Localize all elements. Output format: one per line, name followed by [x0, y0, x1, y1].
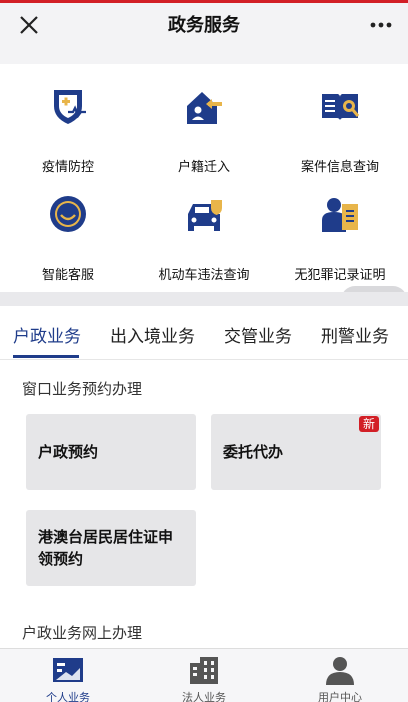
tab-traffic[interactable]: 交管业务 [224, 322, 292, 347]
more-options-icon[interactable] [368, 15, 394, 35]
page-title: 政务服务 [168, 15, 240, 36]
smile-gear-icon [50, 196, 86, 232]
tab-entry-exit[interactable]: 出入境业务 [110, 322, 195, 347]
book-search-icon [322, 94, 360, 120]
house-arrow-icon [187, 92, 222, 124]
header-bar: 政务服务 [0, 3, 408, 48]
section-divider [0, 292, 408, 306]
service-label: 户籍迁入 [177, 160, 230, 175]
service-label: 智能客服 [41, 268, 94, 283]
service-label: 案件信息查询 [300, 160, 379, 175]
new-badge: 新 [358, 416, 379, 432]
card-household-appointment[interactable]: 户政预约 [26, 414, 196, 490]
section-title-window: 窗口业务预约办理 [22, 380, 143, 398]
shield-plus-icon [54, 90, 86, 124]
close-icon[interactable] [18, 14, 40, 36]
nav-label: 用户中心 [318, 691, 362, 702]
service-no-criminal-record[interactable]: 无犯罪记录证明 [272, 194, 408, 294]
service-household-transfer[interactable]: 户籍迁入 [136, 86, 272, 186]
nav-personal[interactable]: 个人业务 [0, 649, 136, 702]
service-epidemic-control[interactable]: 疫情防控 [0, 86, 136, 186]
active-tab-indicator [13, 355, 79, 358]
tab-content: 窗口业务预约办理 户政预约 委托代办 新 港澳台居民居住证申领预约 户政业务网上… [0, 360, 408, 648]
person-certificate-icon [322, 198, 358, 232]
card-label: 委托代办 [223, 443, 284, 461]
tab-criminal[interactable]: 刑警业务 [321, 322, 389, 347]
building-icon [190, 657, 218, 684]
service-label: 无犯罪记录证明 [294, 268, 386, 283]
nav-user-center[interactable]: 用户中心 [272, 649, 408, 702]
service-label: 疫情防控 [41, 160, 94, 175]
section-title-online: 户政业务网上办理 [22, 624, 143, 642]
tab-household[interactable]: 户政业务 [13, 322, 81, 347]
service-smart-support[interactable]: 智能客服 [0, 194, 136, 294]
business-tabs: 户政业务 出入境业务 交管业务 刑警业务 [0, 306, 408, 360]
service-vehicle-violation[interactable]: 机动车违法查询 [136, 194, 272, 294]
car-shield-icon [188, 200, 222, 231]
user-icon [326, 657, 354, 685]
service-label: 机动车违法查询 [158, 268, 250, 283]
bottom-nav: 个人业务 法人业务 用户中心 [0, 648, 408, 702]
card-label: 港澳台居民居住证申领预约 [38, 528, 174, 568]
id-card-icon [53, 658, 83, 682]
service-case-query[interactable]: 案件信息查询 [272, 86, 408, 186]
nav-label: 个人业务 [46, 691, 90, 702]
nav-label: 法人业务 [182, 691, 226, 702]
card-label: 户政预约 [38, 443, 99, 461]
nav-corporate[interactable]: 法人业务 [136, 649, 272, 702]
services-grid: 疫情防控 户籍迁入 案件信息查询 智能客服 机动车违法查询 无犯罪记录证明 [0, 64, 408, 350]
card-residence-permit-appointment[interactable]: 港澳台居民居住证申领预约 [26, 510, 196, 586]
card-entrusted-service[interactable]: 委托代办 新 [211, 414, 381, 490]
